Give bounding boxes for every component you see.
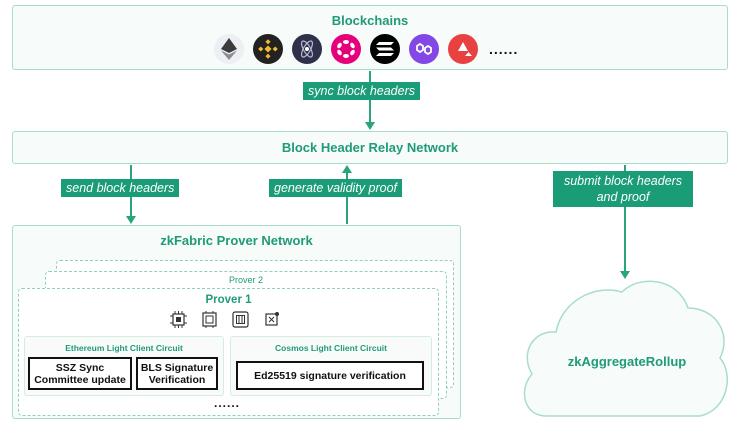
ed25519-label: Ed25519 signature verification: [254, 369, 406, 382]
prover-2-title: Prover 2: [228, 275, 263, 285]
send-block-headers-label: send block headers: [61, 179, 180, 197]
solana-logo: [370, 34, 400, 64]
ed25519-verification-box: Ed25519 signature verification: [236, 361, 424, 390]
more-circuits-ellipsis: ......: [214, 396, 241, 410]
submit-headers-proof-label: submit block headers and proof: [553, 171, 693, 207]
sync-block-headers-label: sync block headers: [303, 82, 421, 100]
gpu-icon: [201, 311, 218, 328]
bls-line1: BLS Signature: [140, 361, 214, 374]
cpu-icon: [170, 311, 187, 328]
send-arrow-head: [126, 216, 136, 224]
rollup-title: zkAggregateRollup: [567, 354, 687, 369]
cosmos-circuit-title: Cosmos Light Client Circuit: [275, 343, 387, 353]
prover-1-title: Prover 1: [205, 294, 252, 306]
ssz-line1: SSZ Sync: [55, 361, 105, 374]
ethereum-circuit-title: Ethereum Light Client Circuit: [65, 343, 183, 353]
fpga-icon: [232, 311, 249, 328]
prover-network-title: zkFabric Prover Network: [160, 233, 313, 248]
relay-network-box: Block Header Relay Network: [12, 131, 728, 164]
ssz-line2: Committee update: [34, 373, 126, 386]
ethereum-logo: [214, 34, 244, 64]
hardware-icons: [170, 311, 280, 328]
cosmos-logo: [292, 34, 322, 64]
more-chains-ellipsis: ......: [489, 41, 519, 57]
bnb-chain-logo: [253, 34, 283, 64]
polygon-logo: [409, 34, 439, 64]
generate-validity-proof-label: generate validity proof: [269, 179, 402, 197]
submit-label-line2: and proof: [596, 190, 650, 204]
relay-network-title: Block Header Relay Network: [281, 140, 459, 155]
bls-signature-box: BLS Signature Verification: [136, 357, 218, 390]
generate-arrow-head: [342, 165, 352, 173]
asic-icon: [263, 311, 280, 328]
avalanche-logo: [448, 34, 478, 64]
rollup-cloud: [523, 280, 728, 417]
ssz-sync-committee-box: SSZ Sync Committee update: [28, 357, 132, 390]
submit-label-line1: submit block headers: [563, 174, 683, 188]
chain-logos: ......: [214, 33, 518, 65]
bls-line2: Verification: [148, 373, 206, 386]
sync-arrow-head: [365, 122, 375, 130]
blockchains-title: Blockchains: [331, 13, 409, 28]
polkadot-logo: [331, 34, 361, 64]
